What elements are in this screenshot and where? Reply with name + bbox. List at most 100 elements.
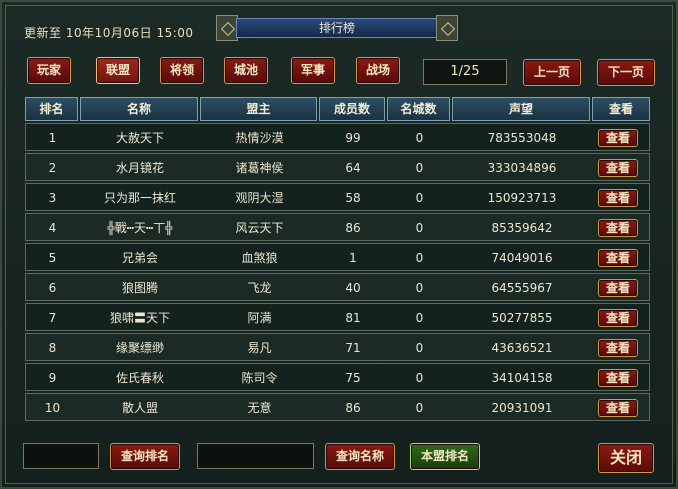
view-button[interactable]: 查看 <box>598 249 638 267</box>
cell-prestige: 150923713 <box>487 191 557 205</box>
cell-alliance-name: 狼图腾 <box>121 281 158 295</box>
query-name-button[interactable]: 查询名称 <box>325 443 395 470</box>
column-header-cities: 名城数 <box>387 97 450 121</box>
view-button[interactable]: 查看 <box>598 369 638 387</box>
cell-cities: 0 <box>415 191 424 205</box>
cell-members: 58 <box>345 191 361 205</box>
cell-alliance-name: 水月镜花 <box>115 161 164 175</box>
table-row: 10 散人盟 无意 86 0 20931091 查看 <box>25 393 650 421</box>
cell-leader: 风云天下 <box>235 221 284 235</box>
table-body: 1 大赦天下 热情沙漠 99 0 783553048 查看 2 水月镜花 诸葛神侯 64 0 33303… <box>25 123 650 423</box>
cell-alliance-name: 只为那一抹红 <box>103 191 176 205</box>
cell-members: 40 <box>345 281 361 295</box>
tab-alliance[interactable]: 联盟 <box>96 57 140 84</box>
cell-rank: 5 <box>48 251 57 265</box>
update-time: 更新至 10年10月06日 15:00 <box>24 26 194 40</box>
view-button[interactable]: 查看 <box>598 219 638 237</box>
next-page-button[interactable]: 下一页 <box>597 59 655 86</box>
view-button[interactable]: 查看 <box>598 189 638 207</box>
table-row: 4 ╬戰┅天┅丅╬ 风云天下 86 0 85359642 查看 <box>25 213 650 241</box>
prev-page-button[interactable]: 上一页 <box>523 59 581 86</box>
cell-members: 1 <box>349 251 357 265</box>
rank-query-input[interactable] <box>23 443 99 469</box>
cell-cities: 0 <box>415 401 424 415</box>
column-header-name: 名称 <box>80 97 198 121</box>
cell-leader: 观阴大湿 <box>235 191 284 205</box>
cell-alliance-name: 缘聚缥缈 <box>115 341 164 355</box>
cell-members: 86 <box>345 221 361 235</box>
cell-leader: 无意 <box>247 401 272 415</box>
cell-rank: 2 <box>48 161 57 175</box>
tab-player[interactable]: 玩家 <box>27 57 71 84</box>
cell-members: 86 <box>345 401 361 415</box>
view-button[interactable]: 查看 <box>598 129 638 147</box>
cell-prestige: 43636521 <box>491 341 553 355</box>
cell-cities: 0 <box>415 341 424 355</box>
my-alliance-rank-button[interactable]: 本盟排名 <box>410 443 480 470</box>
tab-military[interactable]: 军事 <box>291 57 335 84</box>
cell-prestige: 333034896 <box>487 161 557 175</box>
cell-prestige: 85359642 <box>491 221 553 235</box>
cell-rank: 4 <box>48 221 57 235</box>
page-title: 排行榜 <box>236 18 438 38</box>
cell-members: 75 <box>345 371 361 385</box>
table-row: 6 狼图腾 飞龙 40 0 64555967 查看 <box>25 273 650 301</box>
table-row: 5 兄弟会 血煞狼 1 0 74049016 查看 <box>25 243 650 271</box>
view-button[interactable]: 查看 <box>598 399 638 417</box>
table-row: 9 佐氏春秋 陈司令 75 0 34104158 查看 <box>25 363 650 391</box>
close-button[interactable]: 关闭 <box>598 443 654 473</box>
cell-rank: 1 <box>48 131 57 145</box>
column-header-leader: 盟主 <box>200 97 317 121</box>
cell-leader: 血煞狼 <box>241 251 278 265</box>
cell-members: 71 <box>345 341 361 355</box>
tab-general[interactable]: 将领 <box>160 57 204 84</box>
cell-prestige: 20931091 <box>491 401 553 415</box>
ornament-right-icon <box>436 15 458 41</box>
cell-alliance-name: 兄弟会 <box>121 251 158 265</box>
cell-alliance-name: 狼啸〓天下 <box>109 311 170 325</box>
cell-leader: 热情沙漠 <box>235 131 284 145</box>
table-row: 3 只为那一抹红 观阴大湿 58 0 150923713 查看 <box>25 183 650 211</box>
tab-battlefield[interactable]: 战场 <box>356 57 400 84</box>
cell-alliance-name: 佐氏春秋 <box>115 371 164 385</box>
ornament-left-icon <box>216 15 238 41</box>
cell-cities: 0 <box>415 161 424 175</box>
cell-cities: 0 <box>415 281 424 295</box>
name-query-input[interactable] <box>197 443 314 469</box>
cell-alliance-name: ╬戰┅天┅丅╬ <box>107 221 173 235</box>
ranking-panel: 更新至 10年10月06日 15:00 排行榜 玩家 联盟 将领 城池 军事 战… <box>0 0 678 489</box>
cell-members: 64 <box>345 161 361 175</box>
table-row: 2 水月镜花 诸葛神侯 64 0 333034896 查看 <box>25 153 650 181</box>
cell-alliance-name: 散人盟 <box>121 401 158 415</box>
cell-leader: 陈司令 <box>241 371 278 385</box>
table-row: 1 大赦天下 热情沙漠 99 0 783553048 查看 <box>25 123 650 151</box>
tab-city[interactable]: 城池 <box>224 57 268 84</box>
cell-cities: 0 <box>415 131 424 145</box>
cell-prestige: 64555967 <box>491 281 553 295</box>
cell-cities: 0 <box>415 311 424 325</box>
cell-leader: 诸葛神侯 <box>235 161 284 175</box>
column-header-rank: 排名 <box>25 97 78 121</box>
query-rank-button[interactable]: 查询排名 <box>110 443 180 470</box>
view-button[interactable]: 查看 <box>598 279 638 297</box>
column-header-prestige: 声望 <box>452 97 590 121</box>
view-button[interactable]: 查看 <box>598 309 638 327</box>
cell-rank: 8 <box>48 341 57 355</box>
cell-rank: 3 <box>48 191 57 205</box>
cell-cities: 0 <box>415 251 424 265</box>
view-button[interactable]: 查看 <box>598 339 638 357</box>
cell-leader: 飞龙 <box>247 281 272 295</box>
cell-members: 81 <box>345 311 361 325</box>
cell-leader: 阿满 <box>247 311 272 325</box>
column-header-view: 查看 <box>592 97 650 121</box>
cell-prestige: 34104158 <box>491 371 553 385</box>
page-indicator: 1/25 <box>423 59 507 85</box>
cell-rank: 6 <box>48 281 57 295</box>
cell-leader: 易凡 <box>247 341 272 355</box>
view-button[interactable]: 查看 <box>598 159 638 177</box>
cell-alliance-name: 大赦天下 <box>115 131 164 145</box>
title-bar: 排行榜 <box>216 15 458 41</box>
cell-members: 99 <box>345 131 361 145</box>
table-row: 7 狼啸〓天下 阿满 81 0 50277855 查看 <box>25 303 650 331</box>
cell-prestige: 50277855 <box>491 311 553 325</box>
